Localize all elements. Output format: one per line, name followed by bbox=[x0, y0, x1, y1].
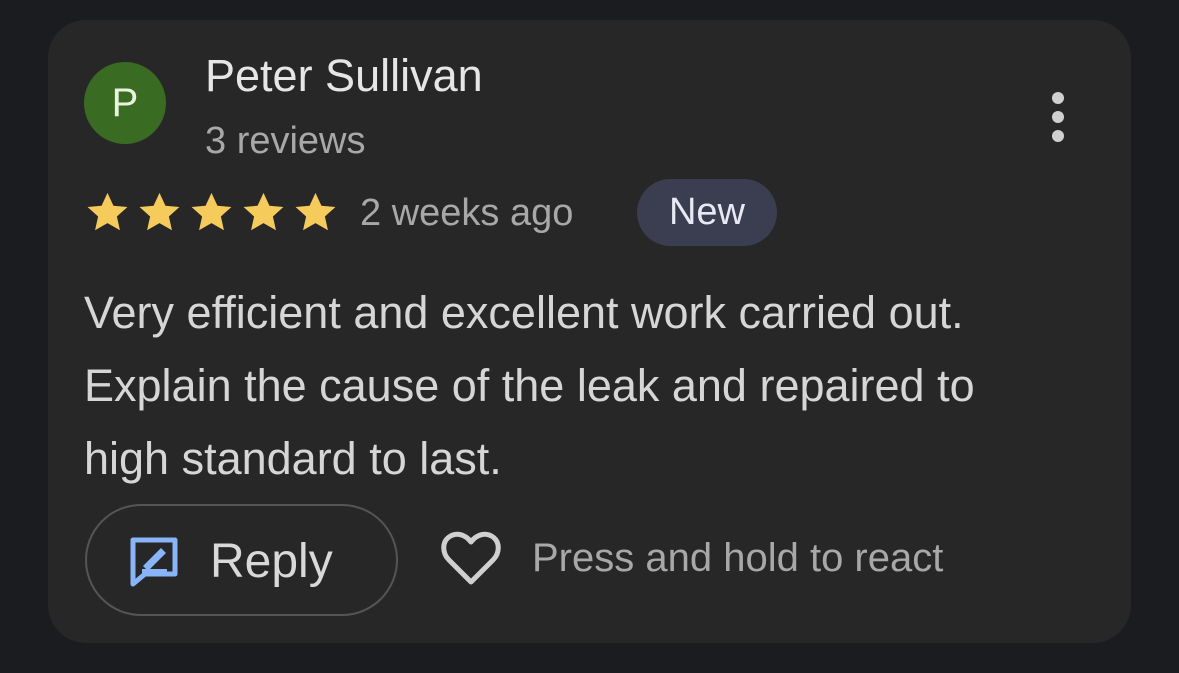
star-icon bbox=[191, 192, 232, 231]
author-name[interactable]: Peter Sullivan bbox=[205, 50, 483, 102]
star-rating bbox=[84, 190, 339, 236]
review-time: 2 weeks ago bbox=[360, 192, 574, 234]
reply-icon bbox=[130, 537, 178, 587]
review-text: Very efficient and excellent work carrie… bbox=[84, 287, 975, 484]
heart-outline-icon[interactable] bbox=[440, 528, 502, 590]
star-icon bbox=[139, 192, 180, 231]
star-icon bbox=[295, 192, 336, 231]
more-vert-icon[interactable] bbox=[1038, 90, 1078, 150]
star-icon bbox=[243, 192, 284, 231]
star-icon bbox=[87, 192, 128, 231]
avatar[interactable]: P bbox=[84, 62, 166, 144]
reply-button-label: Reply bbox=[210, 535, 333, 588]
reply-button[interactable]: Reply bbox=[85, 504, 398, 616]
react-hint: Press and hold to react bbox=[532, 536, 944, 580]
new-badge: New bbox=[637, 179, 777, 246]
review-count: 3 reviews bbox=[205, 120, 366, 162]
